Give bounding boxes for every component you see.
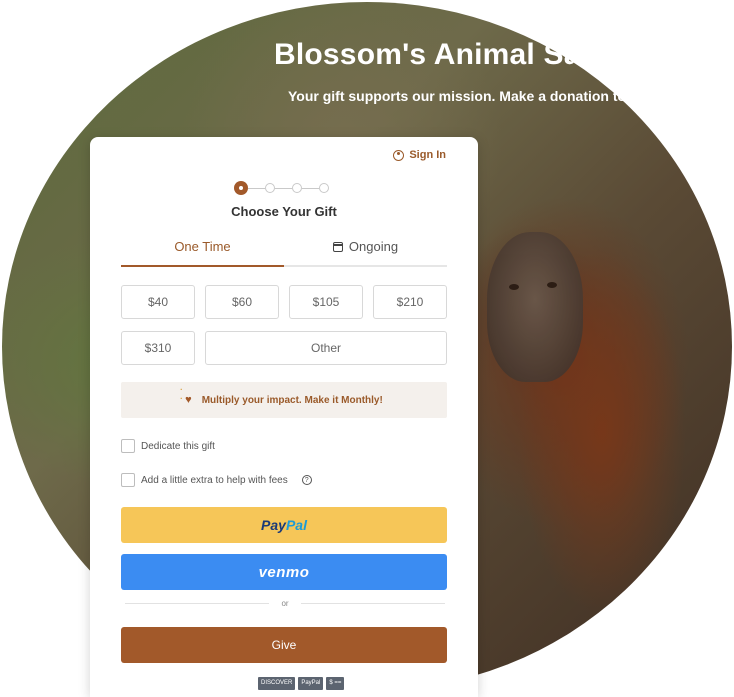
- amount-button-60[interactable]: $60: [205, 285, 279, 319]
- page-title: Blossom's Animal Sanctuary: [274, 38, 691, 71]
- amount-button-105[interactable]: $105: [289, 285, 363, 319]
- amount-button-210[interactable]: $210: [373, 285, 447, 319]
- help-icon[interactable]: ?: [301, 475, 312, 485]
- amount-button-40[interactable]: $40: [121, 285, 195, 319]
- amount-button-310[interactable]: $310: [121, 331, 195, 365]
- sign-in-link[interactable]: Sign In: [393, 149, 446, 161]
- calendar-icon: [332, 242, 343, 252]
- dedicate-option: Dedicate this gift: [121, 439, 215, 453]
- step-dot-3: [292, 183, 302, 193]
- monthly-upsell-banner[interactable]: ♥ Multiply your impact. Make it Monthly!: [121, 382, 447, 418]
- step-connector: [302, 187, 319, 189]
- dedicate-label: Dedicate this gift: [141, 440, 215, 452]
- step-connector: [275, 187, 292, 189]
- step-dot-1: [234, 181, 248, 195]
- tab-label: Ongoing: [348, 239, 399, 254]
- sign-in-label: Sign In: [409, 149, 446, 161]
- step-dot-4: [319, 183, 329, 193]
- tab-label: One Time: [174, 239, 231, 254]
- tab-ongoing[interactable]: Ongoing: [284, 233, 447, 265]
- fees-label: Add a little extra to help with fees: [141, 474, 288, 486]
- orangutan-face: [487, 232, 583, 382]
- payment-badge: $ ==: [326, 677, 345, 690]
- amount-options: $40 $60 $105 $210 $310 Other: [121, 285, 447, 377]
- payment-badge: PayPal: [298, 677, 324, 690]
- payment-badge: DISCOVER: [258, 677, 296, 690]
- orangutan-eye: [509, 284, 519, 290]
- donation-form-card: Sign In Choose Your Gift One Time Ongoin…: [90, 137, 478, 697]
- paypal-button[interactable]: Pay Pal: [121, 507, 447, 543]
- amount-other-input[interactable]: Other: [205, 331, 447, 365]
- step-indicator: [234, 181, 329, 195]
- venmo-logo: venmo: [258, 563, 310, 581]
- fees-option: Add a little extra to help with fees ?: [121, 473, 312, 487]
- divider-text: or: [281, 599, 289, 608]
- frequency-tabs: One Time Ongoing: [121, 233, 447, 267]
- give-label: Give: [271, 638, 297, 652]
- heart-icon: ♥: [181, 385, 192, 406]
- fees-checkbox[interactable]: [121, 473, 135, 487]
- dedicate-checkbox[interactable]: [121, 439, 135, 453]
- step-connector: [248, 187, 265, 189]
- paypal-logo-part: Pay: [261, 517, 286, 533]
- step-title: Choose Your Gift: [231, 204, 337, 219]
- paypal-logo-part: Pal: [285, 517, 307, 533]
- page-subtitle: Your gift supports our mission. Make a d…: [288, 88, 654, 104]
- give-button[interactable]: Give: [121, 627, 447, 663]
- tab-one-time[interactable]: One Time: [121, 233, 284, 267]
- or-divider: or: [125, 599, 445, 608]
- orangutan-eye: [547, 282, 557, 288]
- venmo-button[interactable]: venmo: [121, 554, 447, 590]
- step-dot-2: [265, 183, 275, 193]
- payment-badges: DISCOVER PayPal $ ==: [258, 677, 345, 690]
- upsell-text: Multiply your impact. Make it Monthly!: [201, 394, 383, 406]
- user-circle-icon: [393, 149, 405, 161]
